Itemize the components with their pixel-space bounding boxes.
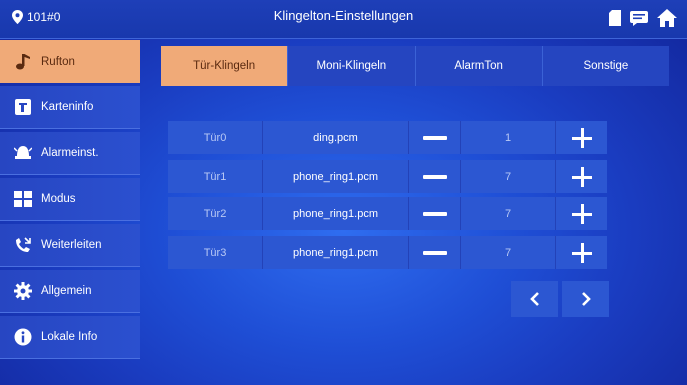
table-row: Tür2 phone_ring1.pcm 7 (168, 197, 607, 230)
plus-icon (571, 166, 592, 187)
sidebar-item-allgemein[interactable]: Allgemein (0, 270, 140, 313)
increase-button[interactable] (556, 197, 607, 230)
minus-icon (422, 250, 447, 255)
table-row: Tür0 ding.pcm 1 (168, 121, 607, 154)
sidebar-item-label: Weiterleiten (41, 239, 102, 251)
card-icon (15, 99, 31, 115)
next-page-button[interactable] (562, 281, 609, 317)
door-label: Tür0 (168, 121, 263, 154)
minus-icon (422, 135, 447, 140)
ringtone-file[interactable]: phone_ring1.pcm (263, 236, 409, 269)
screen: 101#0 Klingelton-Einstellungen Rufton Ka… (0, 0, 687, 385)
minus-icon (422, 211, 447, 216)
sidebar-item-label: Rufton (41, 55, 75, 68)
gear-icon (14, 282, 32, 300)
home-icon[interactable] (657, 9, 677, 27)
tab-moni-klingeln[interactable]: Moni-Klingeln (288, 46, 416, 86)
forward-call-icon (16, 237, 31, 252)
volume-value: 7 (461, 197, 556, 230)
decrease-button[interactable] (409, 160, 461, 193)
minus-icon (422, 174, 447, 179)
sidebar-item-label: Allgemein (41, 285, 92, 297)
sidebar-item-lokale-info[interactable]: Lokale Info (0, 316, 140, 359)
top-icons (609, 9, 677, 27)
sidebar-item-label: Alarmeinst. (41, 147, 99, 159)
sidebar-item-rufton[interactable]: Rufton (0, 40, 140, 83)
volume-value: 1 (461, 121, 556, 154)
table-row: Tür3 phone_ring1.pcm 7 (168, 236, 607, 269)
door-label: Tür2 (168, 197, 263, 230)
chevron-right-icon (581, 292, 591, 306)
grid-icon (14, 191, 32, 207)
plus-icon (571, 203, 592, 224)
ringtone-file[interactable]: phone_ring1.pcm (263, 160, 409, 193)
decrease-button[interactable] (409, 121, 461, 154)
increase-button[interactable] (556, 121, 607, 154)
decrease-button[interactable] (409, 236, 461, 269)
increase-button[interactable] (556, 160, 607, 193)
tab-alarmton[interactable]: AlarmTon (415, 46, 543, 86)
sidebar-item-alarmeinst[interactable]: Alarmeinst. (0, 132, 140, 175)
door-label: Tür1 (168, 160, 263, 193)
info-icon (14, 328, 32, 346)
sdcard-icon (609, 10, 621, 26)
volume-value: 7 (461, 160, 556, 193)
sidebar-item-modus[interactable]: Modus (0, 178, 140, 221)
table-row: Tür1 phone_ring1.pcm 7 (168, 160, 607, 193)
music-note-icon (16, 53, 30, 69)
door-label: Tür3 (168, 236, 263, 269)
tab-sonstige[interactable]: Sonstige (542, 46, 669, 86)
plus-icon (571, 242, 592, 263)
decrease-button[interactable] (409, 197, 461, 230)
plus-icon (571, 127, 592, 148)
alarm-icon (14, 146, 32, 159)
sidebar-item-label: Modus (41, 193, 76, 205)
message-icon[interactable] (630, 10, 648, 26)
top-bar: 101#0 Klingelton-Einstellungen (0, 0, 687, 39)
tab-bar: Tür-Klingeln Moni-Klingeln AlarmTon Sons… (161, 46, 669, 86)
sidebar-item-weiterleiten[interactable]: Weiterleiten (0, 224, 140, 267)
increase-button[interactable] (556, 236, 607, 269)
sidebar-item-label: Karteninfo (41, 101, 94, 113)
chevron-left-icon (529, 292, 539, 306)
tab-tuer-klingeln[interactable]: Tür-Klingeln (161, 46, 289, 86)
volume-value: 7 (461, 236, 556, 269)
page-title: Klingelton-Einstellungen (273, 8, 414, 23)
sidebar-item-label: Lokale Info (41, 331, 98, 343)
previous-page-button[interactable] (511, 281, 558, 317)
sidebar-item-karteninfo[interactable]: Karteninfo (0, 86, 140, 129)
ringtone-file[interactable]: phone_ring1.pcm (263, 197, 409, 230)
sidebar: Rufton Karteninfo Alarmeinst. Modus Weit… (0, 40, 140, 362)
ringtone-file[interactable]: ding.pcm (263, 121, 409, 154)
